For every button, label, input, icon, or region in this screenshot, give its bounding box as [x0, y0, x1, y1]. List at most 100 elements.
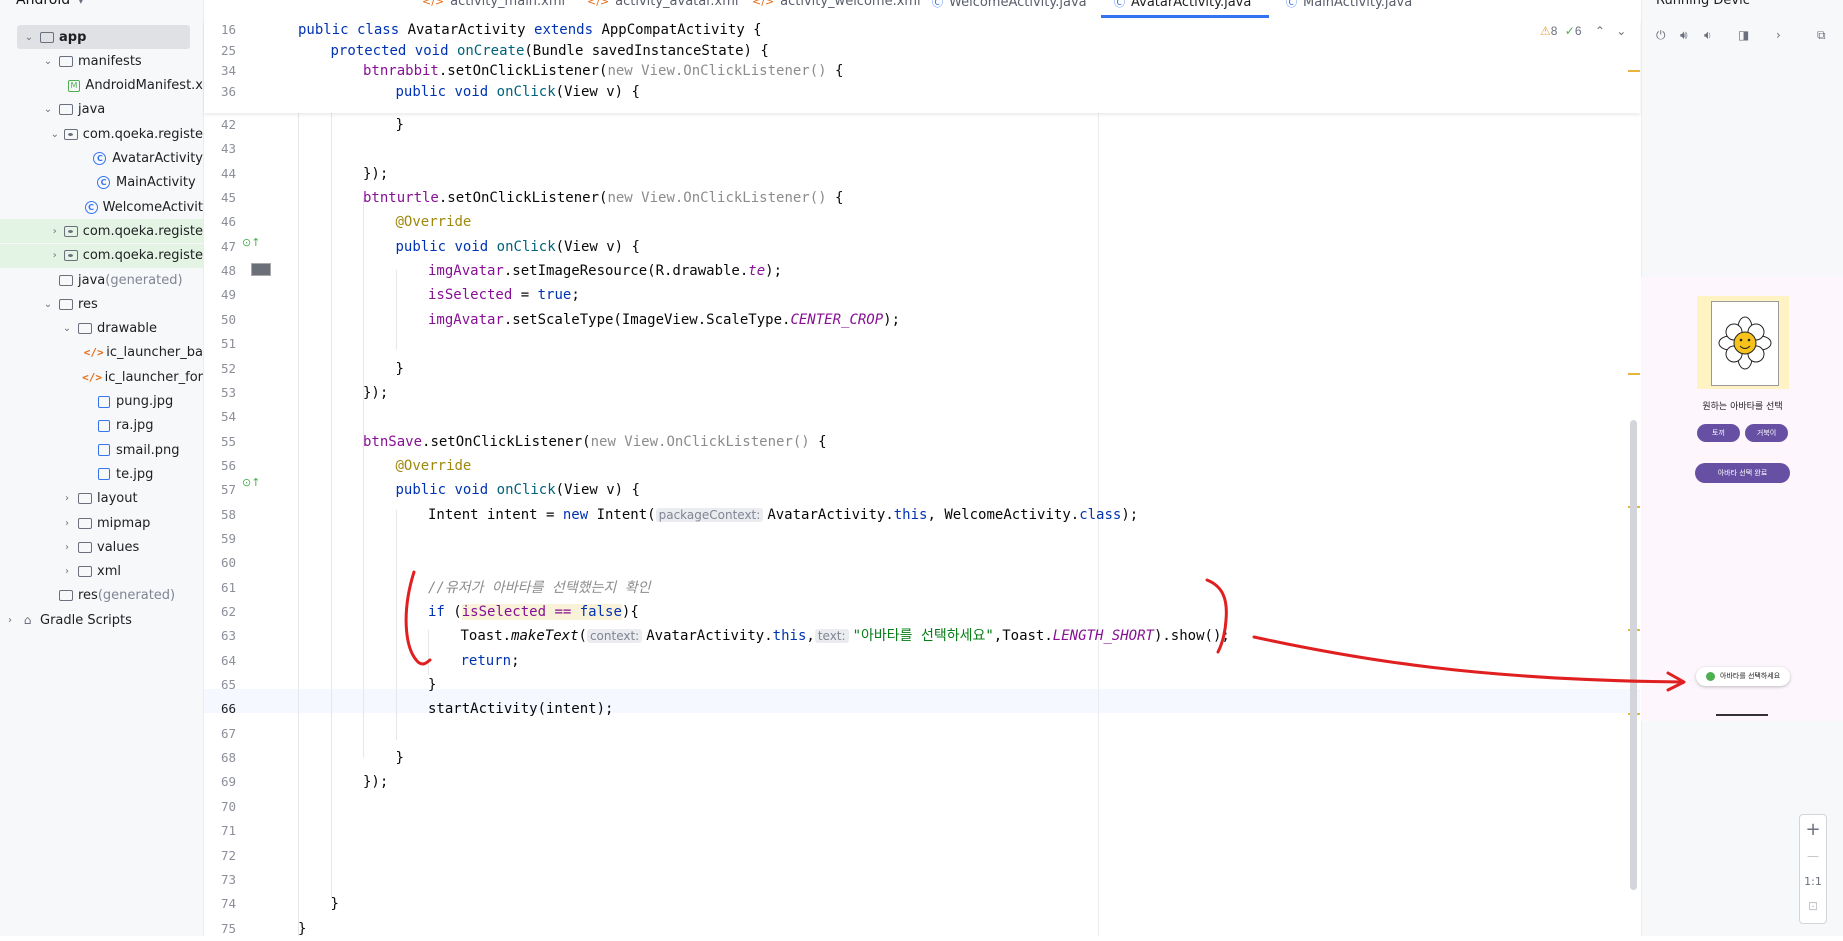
tree-item-ra-jpg[interactable]: ra.jpg: [0, 414, 203, 438]
project-view-selector[interactable]: Android ▾: [16, 0, 83, 8]
tree-item-res[interactable]: ⌄ res: [0, 292, 203, 316]
folder-icon: [58, 54, 73, 69]
chevron-right-icon[interactable]: ›: [61, 518, 73, 529]
tab-welcomeactivity-java[interactable]: Ⓒ WelcomeActivity.java: [932, 0, 1087, 10]
chevron-up-icon[interactable]: ⌃: [1595, 24, 1605, 38]
code-line[interactable]: btnturtle.setOnClickListener(new View.On…: [363, 186, 843, 210]
save-avatar-button[interactable]: 아바타 선택 완료: [1695, 463, 1790, 483]
chevron-right-icon[interactable]: ›: [1776, 28, 1781, 42]
code-line[interactable]: }: [331, 892, 339, 916]
tree-item-layout[interactable]: › layout: [0, 487, 203, 511]
override-gutter-icon[interactable]: ⊙↑: [242, 236, 260, 249]
code-token: imgAvatar: [428, 263, 504, 280]
zoom-out-button[interactable]: —: [1800, 849, 1826, 863]
zoom-fit-icon[interactable]: ⊡: [1800, 899, 1826, 913]
indent-guide: [396, 270, 397, 350]
tree-item-pung-jpg[interactable]: pung.jpg: [0, 390, 203, 414]
chevron-down-icon[interactable]: ⌄: [23, 32, 35, 43]
chevron-right-icon[interactable]: ›: [61, 542, 73, 553]
vertical-scrollbar[interactable]: [1630, 420, 1637, 890]
tree-item-com-qoeka-registe[interactable]: › com.qoeka.registe: [0, 219, 203, 244]
tree-item-avataractivity[interactable]: C AvatarActivity: [0, 147, 203, 171]
chevron-right-icon[interactable]: ›: [50, 250, 60, 261]
code-line[interactable]: }: [428, 673, 436, 697]
tree-item-mainactivity[interactable]: C MainActivity: [0, 171, 203, 195]
code-line[interactable]: public void onClick(View v) {: [396, 235, 640, 259]
tree-item-ic-launcher-for[interactable]: </> ic_launcher_for: [0, 365, 203, 389]
xml-icon: </>: [82, 370, 103, 384]
inspection-widget[interactable]: ⚠8 ✓6 ⌃ ⌄: [1540, 24, 1626, 38]
tree-item-values[interactable]: › values: [0, 535, 203, 559]
code-line[interactable]: }: [396, 357, 404, 381]
chevron-down-icon[interactable]: ⌄: [42, 299, 54, 310]
tree-item-app[interactable]: ⌄ app: [17, 25, 190, 49]
tree-item-manifests[interactable]: ⌄ manifests: [0, 49, 203, 73]
code-line[interactable]: imgAvatar.setImageResource(R.drawable.te…: [428, 259, 782, 283]
tab-avataractivity-java[interactable]: Ⓒ AvatarActivity.java: [1114, 0, 1251, 10]
code-line[interactable]: isSelected = true;: [428, 283, 580, 307]
code-line[interactable]: @Override: [396, 210, 472, 234]
chevron-down-icon[interactable]: ⌄: [50, 129, 60, 140]
tree-item-mipmap[interactable]: › mipmap: [0, 511, 203, 535]
tree-item-smail-png[interactable]: smail.png: [0, 438, 203, 462]
code-line[interactable]: return;: [461, 649, 520, 673]
tree-item-welcomeactivit[interactable]: C WelcomeActivit: [0, 195, 203, 219]
screenshot-icon[interactable]: ⧉: [1817, 28, 1826, 43]
folder-icon: [77, 564, 92, 579]
tree-item-te-jpg[interactable]: te.jpg: [0, 462, 203, 486]
tab-mainactivity-java[interactable]: Ⓒ MainActivity.java: [1286, 0, 1412, 10]
code-line[interactable]: });: [363, 770, 388, 794]
scrollbar-warning-mark[interactable]: [1628, 70, 1640, 72]
code-token: ,: [806, 628, 815, 645]
chevron-down-icon[interactable]: ⌄: [42, 56, 54, 67]
tree-item-androidmanifest-x[interactable]: M AndroidManifest.x: [0, 74, 203, 98]
tree-item-java[interactable]: ⌄ java: [0, 98, 203, 122]
rabbit-button[interactable]: 토끼: [1697, 424, 1740, 442]
tab-activity-avatar-xml[interactable]: </> activity_avatar.xml: [587, 0, 739, 9]
zoom-actual-size-button[interactable]: 1:1: [1800, 875, 1826, 888]
code-line[interactable]: }: [298, 917, 306, 941]
chevron-right-icon[interactable]: ›: [61, 493, 73, 504]
rotate-icon[interactable]: ◨: [1738, 28, 1749, 42]
code-token: "아바타를 선택하세요": [852, 628, 994, 645]
chevron-right-icon[interactable]: ›: [4, 615, 16, 626]
image-preview-gutter-icon[interactable]: [251, 263, 271, 276]
code-line[interactable]: }: [396, 113, 404, 137]
tab-activity-main-xml[interactable]: </> activity_main.xml: [422, 0, 565, 9]
power-icon[interactable]: ⏻: [1656, 28, 1666, 43]
code-line[interactable]: Intent intent = new Intent(packageContex…: [428, 503, 1138, 527]
code-line[interactable]: });: [363, 162, 388, 186]
scrollbar-warning-mark[interactable]: [1628, 373, 1640, 375]
code-line[interactable]: startActivity(intent);: [428, 697, 613, 721]
code-line[interactable]: Toast.makeText(context: AvatarActivity.th…: [461, 624, 1230, 648]
chevron-right-icon[interactable]: ›: [50, 226, 60, 237]
override-gutter-icon[interactable]: ⊙↑: [242, 476, 260, 489]
code-line[interactable]: }: [396, 746, 404, 770]
turtle-button[interactable]: 거북이: [1745, 424, 1788, 442]
chevron-down-icon[interactable]: ⌄: [61, 323, 73, 334]
code-line[interactable]: });: [363, 381, 388, 405]
tree-item-com-qoeka-registe[interactable]: ⌄ com.qoeka.registe: [0, 122, 203, 146]
volume-down-icon[interactable]: 🔉︎: [1704, 28, 1712, 43]
tab-activity-welcome-xml[interactable]: </> activity_welcome.xml: [752, 0, 921, 9]
zoom-in-button[interactable]: +: [1800, 819, 1826, 840]
chevron-down-icon[interactable]: ⌄: [42, 104, 54, 115]
code-line[interactable]: public void onClick(View v) {: [396, 478, 640, 502]
code-line[interactable]: imgAvatar.setScaleType(ImageView.ScaleTy…: [428, 308, 900, 332]
code-line[interactable]: if (isSelected == false){: [428, 600, 639, 624]
sticky-code-line[interactable]: public void onClick(View v) {: [396, 80, 640, 104]
code-line[interactable]: btnSave.setOnClickListener(new View.OnCl…: [363, 430, 827, 454]
volume-up-icon[interactable]: 🔊︎: [1680, 28, 1688, 43]
tree-item-com-qoeka-registe[interactable]: › com.qoeka.registe: [0, 243, 203, 268]
code-line[interactable]: //유저가 아바타를 선택했는지 확인: [428, 576, 650, 600]
gesture-nav-bar[interactable]: [1716, 714, 1768, 716]
tree-item-res[interactable]: res (generated): [0, 584, 203, 608]
tree-item-gradle-scripts[interactable]: › ⌂ Gradle Scripts: [0, 608, 203, 632]
tree-item-xml[interactable]: › xml: [0, 560, 203, 584]
tree-item-ic-launcher-ba[interactable]: </> ic_launcher_ba: [0, 341, 203, 365]
chevron-right-icon[interactable]: ›: [61, 566, 73, 577]
chevron-down-icon[interactable]: ⌄: [1616, 24, 1626, 38]
tree-item-drawable[interactable]: ⌄ drawable: [0, 317, 203, 341]
tree-item-java[interactable]: java (generated): [0, 268, 203, 292]
code-line[interactable]: @Override: [396, 454, 472, 478]
